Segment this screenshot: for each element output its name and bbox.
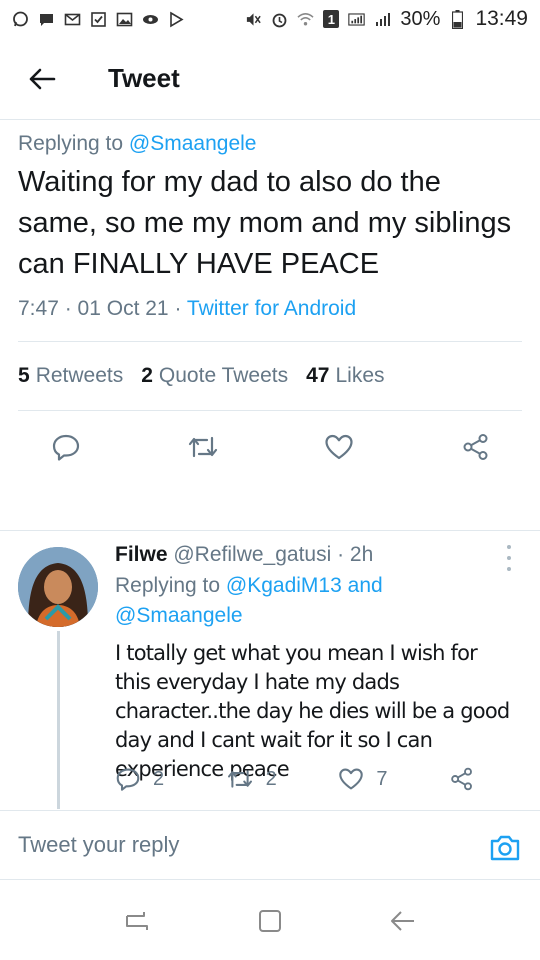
- system-icons: 1 30% 13:49: [245, 7, 528, 31]
- home-icon: [258, 910, 281, 932]
- signal-icon: [348, 11, 366, 28]
- reply-button[interactable]: [50, 431, 82, 463]
- meta-separator: ·: [174, 297, 187, 320]
- likes-stat[interactable]: 47 Likes: [306, 364, 384, 388]
- reply-input[interactable]: [18, 832, 438, 858]
- notification-icons: [12, 11, 185, 28]
- compose-bar: [0, 810, 540, 880]
- quotes-label: Quote Tweets: [158, 364, 289, 387]
- reply-icon: [52, 434, 80, 461]
- tweet-stats: 5 Retweets 2 Quote Tweets 47 Likes: [18, 342, 522, 410]
- reply-replying-to: Replying to @KgadiM13 and @Smaangele: [115, 571, 515, 631]
- retweets-stat[interactable]: 5 Retweets: [18, 364, 123, 388]
- reply-share-button[interactable]: [449, 767, 475, 791]
- signal-strength-icon: [374, 11, 391, 28]
- tweet-source-link[interactable]: Twitter for Android: [187, 297, 356, 320]
- main-tweet: Replying to @Smaangele Waiting for my da…: [18, 120, 522, 483]
- meta-separator: ·: [337, 543, 350, 566]
- replying-prefix: Replying to: [115, 574, 221, 597]
- clock: 13:49: [475, 7, 528, 30]
- battery-icon: [449, 9, 466, 29]
- reply-retweet-button[interactable]: 2: [226, 768, 277, 791]
- replying-and: and: [347, 574, 383, 597]
- like-count: 7: [376, 767, 388, 790]
- reply-body: Filwe @Refilwe_gatusi · 2h Replying to @…: [115, 543, 515, 784]
- avatar[interactable]: [18, 547, 98, 627]
- arrow-left-icon: [29, 68, 56, 89]
- retweet-button[interactable]: [187, 431, 219, 463]
- replying-handle-link[interactable]: @KgadiM13: [226, 574, 342, 597]
- tweet-actions: [18, 411, 522, 483]
- page-title: Tweet: [108, 63, 180, 93]
- recent-apps-icon: [125, 912, 148, 930]
- replying-handle-link[interactable]: @Smaangele: [129, 132, 257, 155]
- like-button[interactable]: [323, 431, 355, 463]
- replying-prefix: Replying to: [18, 132, 124, 155]
- camera-button[interactable]: [488, 831, 522, 865]
- retweets-label: Retweets: [35, 364, 124, 387]
- system-nav-bar: [0, 882, 540, 960]
- back-button[interactable]: [12, 49, 72, 109]
- reply-reply-button[interactable]: 2: [115, 767, 164, 791]
- reply-tweet[interactable]: Filwe @Refilwe_gatusi · 2h Replying to @…: [0, 531, 540, 809]
- reply-age: 2h: [349, 543, 374, 566]
- gallery-icon: [116, 11, 133, 28]
- author-name[interactable]: Filwe: [115, 543, 168, 566]
- gmail-icon: [64, 11, 81, 28]
- whatsapp-icon: [12, 11, 29, 28]
- home-button[interactable]: [250, 901, 290, 941]
- back-nav-button[interactable]: [383, 901, 423, 941]
- retweet-icon: [227, 770, 252, 788]
- alarm-icon: [271, 11, 288, 28]
- thread-line: [57, 631, 60, 809]
- author-handle[interactable]: @Refilwe_gatusi: [173, 543, 331, 566]
- heart-icon: [339, 768, 364, 790]
- share-icon: [451, 767, 472, 791]
- camera-icon: [490, 835, 520, 861]
- replying-to: Replying to @Smaangele: [18, 132, 522, 156]
- tweet-meta: 7:47 · 01 Oct 21 · Twitter for Android: [18, 297, 522, 321]
- tweet-date: 01 Oct 21: [77, 297, 169, 320]
- reply-header: Filwe @Refilwe_gatusi · 2h: [115, 543, 515, 567]
- reply-like-button[interactable]: 7: [338, 767, 387, 791]
- battery-percent: 30%: [400, 7, 441, 30]
- likes-count: 47: [306, 364, 330, 387]
- back-nav-icon: [391, 911, 415, 931]
- message-icon: [38, 11, 55, 28]
- reply-actions: 2 2 7: [115, 767, 475, 791]
- tweet-text: Waiting for my dad to also do the same, …: [18, 166, 512, 280]
- quote-tweets-stat[interactable]: 2 Quote Tweets: [141, 364, 288, 388]
- checkbox-icon: [90, 11, 107, 28]
- retweet-icon: [188, 436, 217, 458]
- reply-count: 2: [153, 767, 165, 790]
- heart-icon: [325, 434, 353, 460]
- mute-icon: [245, 11, 262, 28]
- play-store-icon: [168, 11, 185, 28]
- sim-badge: 1: [323, 10, 340, 28]
- quotes-count: 2: [141, 364, 153, 387]
- status-bar: 1 30% 13:49: [0, 0, 540, 38]
- sim-badge-label: 1: [327, 11, 336, 27]
- likes-label: Likes: [335, 364, 385, 387]
- reply-text: I totally get what you mean I wish for t…: [115, 641, 510, 781]
- header: Tweet: [0, 38, 540, 120]
- reply-icon: [116, 768, 140, 791]
- eye-icon: [142, 11, 159, 28]
- retweets-count: 5: [18, 364, 30, 387]
- wifi-icon: [297, 11, 314, 28]
- replying-handle-link[interactable]: @Smaangele: [115, 604, 243, 627]
- share-button[interactable]: [460, 431, 492, 463]
- share-icon: [463, 434, 488, 460]
- recent-apps-button[interactable]: [117, 901, 157, 941]
- tweet-time: 7:47: [18, 297, 59, 320]
- retweet-count: 2: [265, 767, 277, 790]
- meta-separator: ·: [64, 297, 78, 320]
